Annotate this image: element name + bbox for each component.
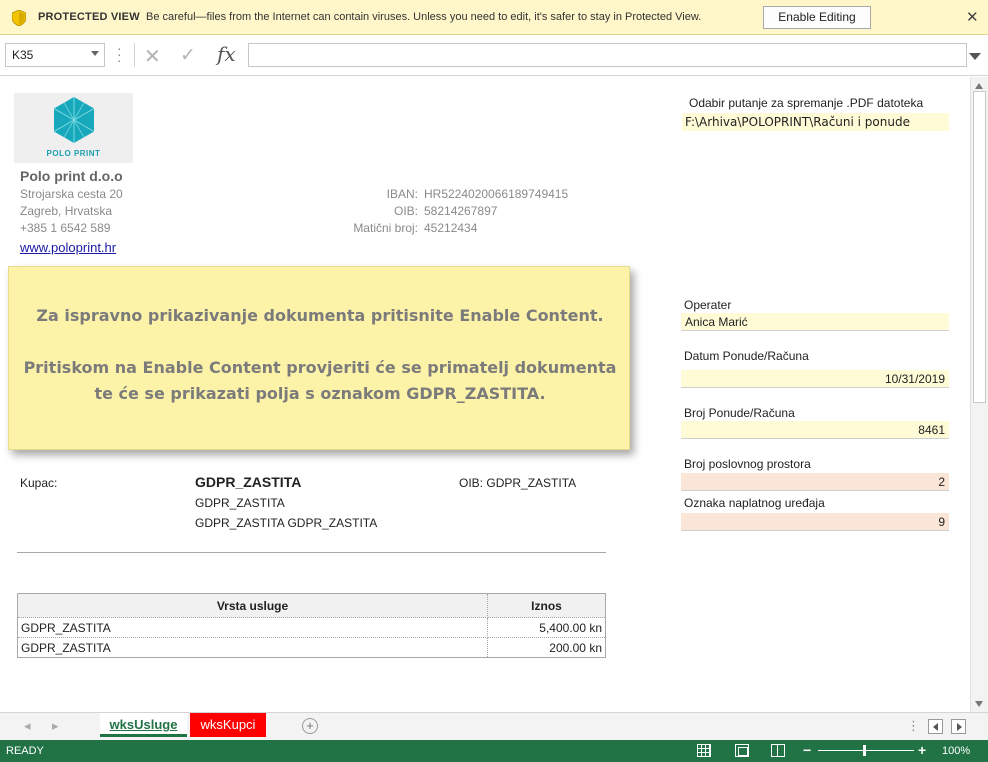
notice-line-2: Pritiskom na Enable Content provjeriti ć… [23, 358, 617, 377]
poslovni-prostor-label: Broj poslovnog prostora [684, 457, 811, 471]
name-box[interactable]: K35 [5, 43, 105, 67]
hexagon-logo-icon [54, 97, 94, 143]
notice-line-3: te će se prikazati polja s oznakom GDPR_… [94, 384, 546, 403]
next-sheet-icon[interactable]: ▸ [52, 718, 59, 734]
poslovni-prostor-cell[interactable]: 2 [681, 473, 949, 491]
datum-label: Datum Ponude/Računa [684, 349, 809, 363]
table-row: GDPR_ZASTITA 200.00 kn [17, 637, 606, 658]
formula-bar: K35 · · · ✕ ✓ fx [0, 35, 988, 76]
services-table: Vrsta usluge Iznos GDPR_ZASTITA 5,400.00… [17, 593, 606, 658]
customer-oib-value: GDPR_ZASTITA [486, 476, 577, 490]
oib-label: OIB: [393, 204, 418, 218]
tab-wksusluge[interactable]: wksUsluge [100, 713, 187, 737]
maticni-label: Matični broj: [353, 221, 418, 235]
check-icon[interactable]: ✓ [180, 44, 196, 67]
protected-view-bar: PROTECTED VIEW Be careful—files from the… [0, 0, 988, 35]
company-phone: +385 1 6542 589 [20, 221, 111, 235]
expand-formula-icon[interactable] [969, 53, 981, 60]
maticni-value: 45212434 [424, 221, 478, 235]
service-cell[interactable]: GDPR_ZASTITA [17, 617, 488, 638]
enable-editing-button[interactable]: Enable Editing [763, 6, 871, 29]
zoom-slider[interactable] [818, 750, 914, 751]
zoom-out-icon[interactable]: − [803, 742, 811, 758]
column-header-service: Vrsta usluge [17, 593, 488, 618]
protected-view-message: Be careful—files from the Internet can c… [146, 11, 702, 23]
zoom-slider-thumb[interactable] [863, 745, 866, 756]
operater-cell[interactable]: Anica Marić [681, 313, 949, 331]
status-bar: READY − + 100% [0, 740, 988, 762]
insert-function-icon[interactable]: fx [217, 42, 236, 66]
table-header-row: Vrsta usluge Iznos [17, 593, 606, 618]
sheet-tabs-bar: ◂ ▸ wksUsluge wksKupci + ⋮ [0, 712, 988, 740]
pdf-path-cell[interactable]: F:\Arhiva\POLOPRINT\Računi i ponude [682, 113, 949, 131]
customer-label: Kupac: [20, 476, 58, 490]
customer-address-line: GDPR_ZASTITA [195, 496, 285, 510]
vertical-scrollbar[interactable] [970, 77, 988, 712]
protected-view-title: PROTECTED VIEW [38, 11, 140, 23]
formula-separator [134, 43, 135, 67]
company-logo: POLO PRINT [14, 93, 133, 163]
iban-label: IBAN: [386, 187, 418, 201]
naplatni-uredaj-label: Oznaka naplatnog uređaja [684, 496, 825, 510]
page-layout-view-icon[interactable] [735, 744, 749, 757]
chevron-down-icon[interactable] [91, 51, 99, 56]
operater-label: Operater [684, 298, 732, 312]
naplatni-uredaj-cell[interactable]: 9 [681, 513, 949, 531]
customer-name: GDPR_ZASTITA [195, 474, 302, 490]
scroll-left-icon[interactable] [928, 719, 943, 734]
zoom-in-icon[interactable]: + [918, 742, 926, 758]
enable-content-notice: Za ispravno prikazivanje dokumenta priti… [8, 266, 630, 450]
company-city: Zagreb, Hrvatska [20, 204, 113, 218]
customer-city-line: GDPR_ZASTITA GDPR_ZASTITA [195, 516, 378, 530]
tab-split-handle-icon[interactable]: ⋮ [907, 718, 920, 734]
formula-input[interactable] [248, 43, 967, 67]
cancel-icon[interactable]: ✕ [144, 44, 161, 69]
scroll-thumb[interactable] [973, 91, 986, 403]
amount-cell[interactable]: 5,400.00 kn [487, 617, 606, 638]
scroll-down-icon[interactable] [975, 701, 983, 707]
shield-icon [12, 10, 26, 26]
worksheet[interactable]: POLO PRINT Polo print d.o.o Strojarska c… [0, 77, 970, 712]
scroll-right-icon[interactable] [951, 719, 966, 734]
datum-cell[interactable]: 10/31/2019 [681, 370, 949, 388]
tab-wkskupci[interactable]: wksKupci [190, 713, 266, 737]
scroll-up-icon[interactable] [975, 83, 983, 89]
page-break-view-icon[interactable] [771, 744, 785, 757]
close-icon[interactable]: ✕ [966, 8, 979, 26]
company-street: Strojarska cesta 20 [20, 187, 123, 201]
amount-cell[interactable]: 200.00 kn [487, 637, 606, 658]
iban-value: HR5224020066189749415 [424, 187, 569, 201]
broj-cell[interactable]: 8461 [681, 421, 949, 439]
add-sheet-icon[interactable]: + [302, 718, 318, 734]
logo-text: POLO PRINT [46, 149, 101, 158]
broj-label: Broj Ponude/Računa [684, 406, 795, 420]
status-ready: READY [6, 745, 44, 757]
excel-window: PROTECTED VIEW Be careful—files from the… [0, 0, 988, 762]
oib-value: 58214267897 [424, 204, 498, 218]
normal-view-icon[interactable] [697, 744, 711, 757]
table-row: GDPR_ZASTITA 5,400.00 kn [17, 617, 606, 638]
service-cell[interactable]: GDPR_ZASTITA [17, 637, 488, 658]
prev-sheet-icon[interactable]: ◂ [24, 718, 31, 734]
notice-line-1: Za ispravno prikazivanje dokumenta priti… [36, 306, 604, 325]
section-divider [17, 552, 606, 553]
company-website-link[interactable]: www.poloprint.hr [20, 240, 116, 255]
customer-oib: OIB: GDPR_ZASTITA [459, 476, 576, 490]
customer-oib-label: OIB: [459, 476, 484, 490]
zoom-level[interactable]: 100% [942, 745, 970, 757]
company-name: Polo print d.o.o [20, 168, 123, 184]
more-options-icon[interactable]: · · · [117, 41, 122, 67]
pdf-path-label: Odabir putanje za spremanje .PDF datotek… [689, 96, 924, 110]
column-header-amount: Iznos [487, 593, 606, 618]
